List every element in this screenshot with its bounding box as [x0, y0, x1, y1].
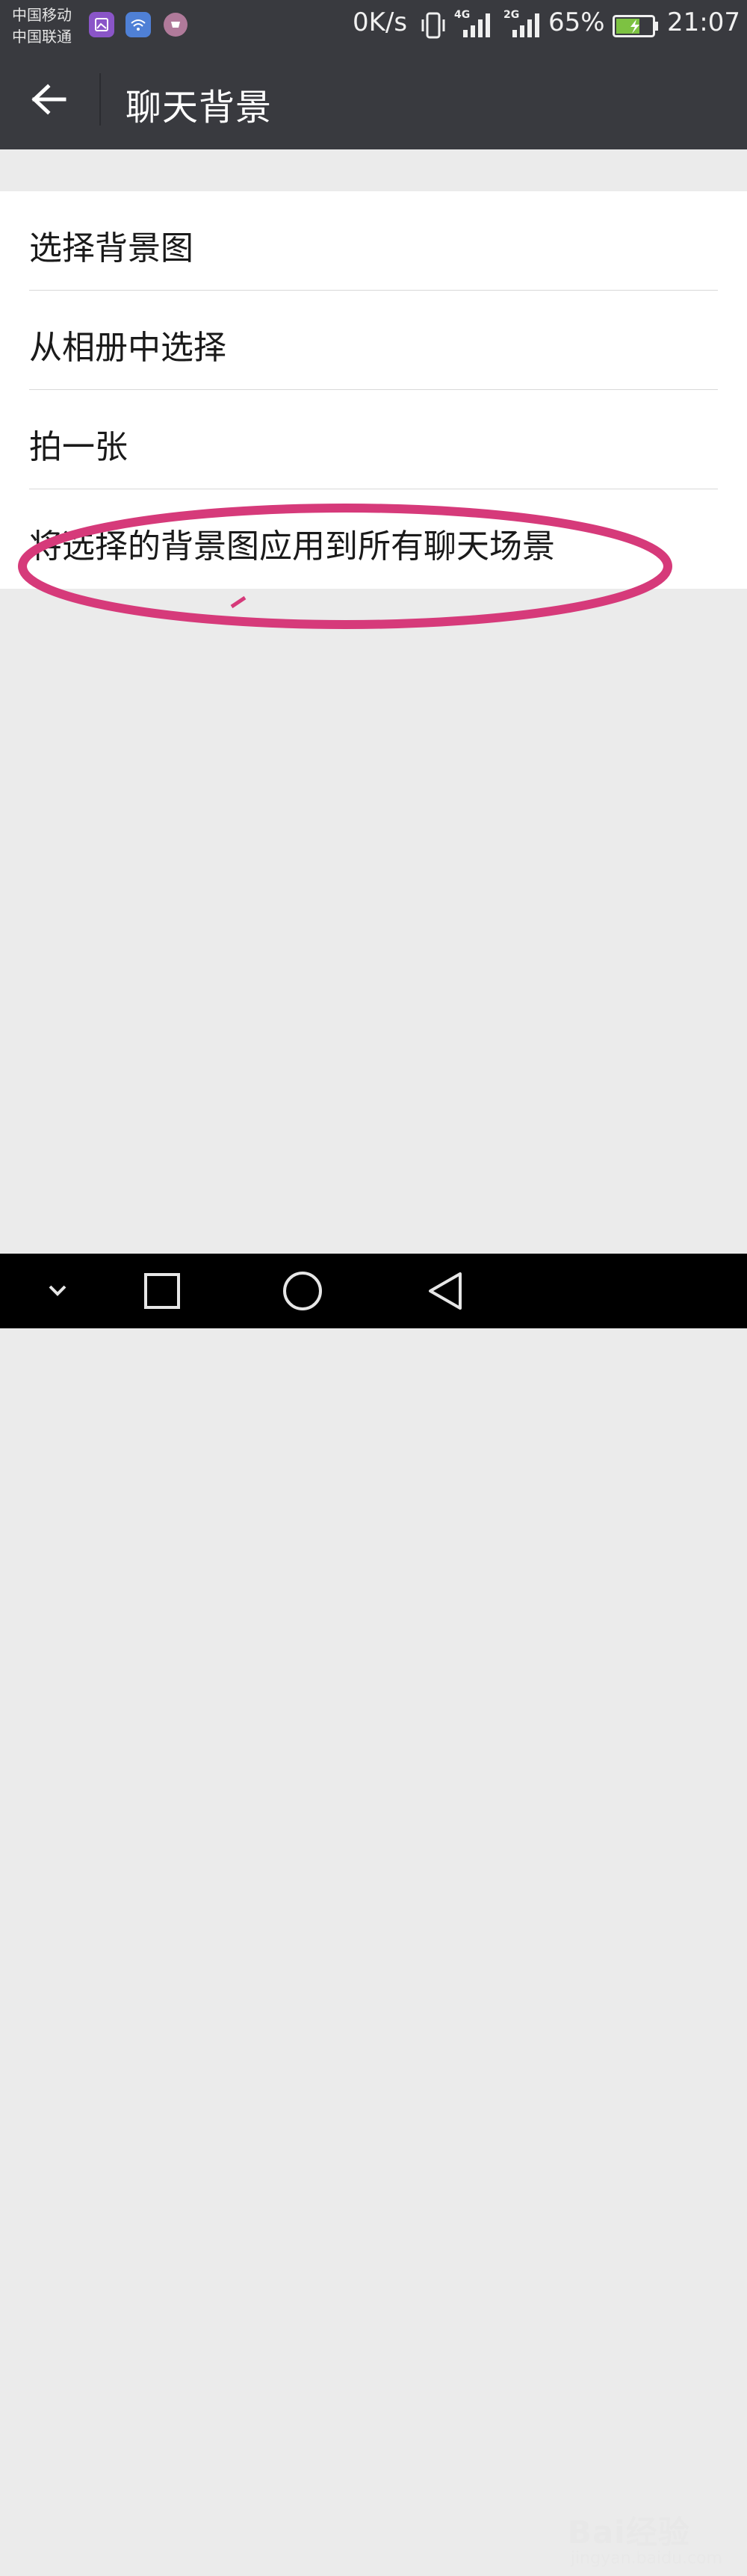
net-speed: 0K/s — [353, 7, 408, 37]
menu-list: 选择背景图 从相册中选择 拍一张 将选择的背景图应用到所有聊天场景 — [0, 191, 747, 589]
back-button[interactable] — [21, 75, 81, 124]
carrier-2: 中国联通 — [12, 28, 72, 46]
menu-item-choose-background[interactable]: 选择背景图 — [0, 191, 747, 291]
recent-apps-icon[interactable] — [136, 1269, 188, 1313]
menu-item-label: 从相册中选择 — [29, 329, 226, 367]
home-icon[interactable] — [276, 1269, 329, 1313]
baidu-watermark: Bai经验 jingyan.baidu.com — [568, 2501, 743, 2576]
signal-icon: 4G — [454, 9, 490, 37]
shop-icon — [164, 13, 187, 37]
menu-item-take-photo[interactable]: 拍一张 — [0, 390, 747, 489]
status-bar: 中国移动 中国联通 0K/s 4G 2G 65% 21:07 — [0, 0, 747, 49]
clock: 21:07 — [667, 7, 740, 37]
watermark-url: jingyan.baidu.com — [571, 2549, 723, 2568]
network-label-2: 2G — [503, 9, 519, 21]
menu-item-label: 将选择的背景图应用到所有聊天场景 — [29, 527, 555, 566]
vibrate-icon — [421, 12, 445, 39]
navigation-bar: Bai经验 jingyan.baidu.com — [0, 1254, 747, 2568]
menu-item-from-album[interactable]: 从相册中选择 — [0, 291, 747, 390]
carrier-names: 中国移动 中国联通 — [12, 4, 72, 48]
network-label-1: 4G — [454, 9, 470, 21]
carrier-1: 中国移动 — [12, 6, 72, 24]
signal-icon-2: 2G — [503, 9, 539, 37]
menu-item-label: 选择背景图 — [29, 229, 193, 267]
wifi-icon — [125, 12, 151, 37]
menu-item-label: 拍一张 — [29, 428, 128, 466]
header-divider — [99, 73, 101, 126]
chevron-down-icon[interactable] — [34, 1269, 86, 1313]
watermark-text: Bai经验 — [568, 2514, 690, 2551]
header: 聊天背景 — [0, 49, 747, 149]
menu-item-apply-to-all-chats[interactable]: 将选择的背景图应用到所有聊天场景 — [0, 489, 747, 589]
battery-icon — [613, 15, 658, 37]
battery-percent: 65% — [548, 7, 605, 37]
back-icon[interactable] — [418, 1269, 471, 1313]
gallery-icon — [89, 12, 114, 37]
page-title: 聊天背景 — [125, 87, 273, 129]
arrow-left-icon — [31, 84, 66, 115]
